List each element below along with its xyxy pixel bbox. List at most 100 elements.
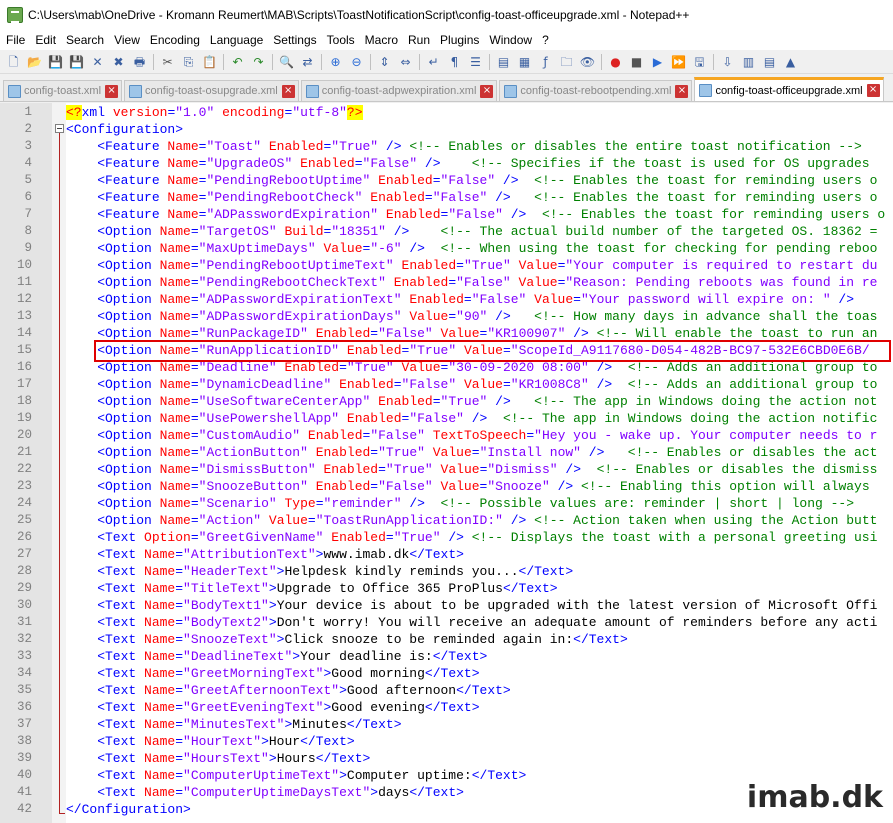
open-file-icon[interactable]: 📂	[26, 53, 44, 71]
menu-search[interactable]: Search	[61, 33, 109, 47]
code-line[interactable]: 4 <Feature Name="UpgradeOS" Enabled="Fal…	[0, 155, 893, 172]
copy-icon[interactable]: ⎘	[180, 53, 198, 71]
code-line[interactable]: 3 <Feature Name="Toast" Enabled="True" /…	[0, 138, 893, 155]
folder-workspace-icon[interactable]: 🗀	[558, 53, 576, 71]
code-line[interactable]: 35 <Text Name="GreetAfternoonText">Good …	[0, 682, 893, 699]
editor[interactable]: 1 <?xml version="1.0" encoding="utf-8"?> 2…	[0, 103, 893, 823]
menu-run[interactable]: Run	[403, 33, 435, 47]
run-macro-multiple-icon[interactable]: ⏩	[670, 53, 688, 71]
code-line[interactable]: 6 <Feature Name = "PendingRebootCheck" Ena…	[0, 189, 893, 206]
code-line[interactable]: 33 <Text Name="DeadlineText">Your deadli…	[0, 648, 893, 665]
code-line[interactable]: 18 <Option Name="UseSoftwareCenterApp" E…	[0, 393, 893, 410]
save-icon[interactable]: 💾	[47, 53, 65, 71]
user-language-icon[interactable]: ▤	[495, 53, 513, 71]
code-line[interactable]: 28 <Text Name="HeaderText">Helpdesk kind…	[0, 563, 893, 580]
print-icon[interactable]: 🖶	[131, 53, 149, 71]
sync-vertical-icon[interactable]: ⇕	[376, 53, 394, 71]
tab-close-icon[interactable]: ×	[281, 84, 295, 98]
doc-map-icon[interactable]: ▦	[516, 53, 534, 71]
code-line[interactable]: 38 <Text Name="HourText">Hour</Text>	[0, 733, 893, 750]
tab-close-icon[interactable]: ×	[866, 84, 880, 97]
code-line[interactable]: 24 <Option Name="Scenario" Type="reminde…	[0, 495, 893, 512]
replace-icon[interactable]: ⇄	[299, 53, 317, 71]
tab-config-toast[interactable]: config-toast.xml ×	[3, 80, 123, 101]
tab-config-toast-adpwexpiration[interactable]: config-toast-adpwexpiration.xml ×	[300, 80, 498, 101]
tab-config-toast-officeupgrade[interactable]: config-toast-officeupgrade.xml ×	[694, 77, 884, 101]
tab-config-toast-osupgrade[interactable]: config-toast-osupgrade.xml ×	[124, 80, 299, 101]
code-line[interactable]: 20 <Option Name="CustomAudio" Enabled="F…	[0, 427, 893, 444]
close-icon[interactable]: ✕	[89, 53, 107, 71]
code-line[interactable]: 27 <Text Name="AttributionText">www.imab…	[0, 546, 893, 563]
monitoring-icon[interactable]: 👁	[579, 53, 597, 71]
code-line[interactable]: 34 <Text Name="GreetMorningText">Good mo…	[0, 665, 893, 682]
code-line[interactable]: 2 <Configuration>	[0, 121, 893, 138]
word-wrap-icon[interactable]: ↵	[425, 53, 443, 71]
code-line[interactable]: 1 <?xml version="1.0" encoding="utf-8"?>	[0, 104, 893, 121]
new-file-icon[interactable]: 🗋	[5, 53, 23, 71]
menu-tools[interactable]: Tools	[322, 33, 360, 47]
code-line[interactable]: 30 <Text Name="BodyText1">Your device is…	[0, 597, 893, 614]
tab-config-toast-rebootpending[interactable]: config-toast-rebootpending.xml ×	[499, 80, 693, 101]
token-tag: =	[471, 445, 480, 460]
indent-guide-icon[interactable]: ☰	[467, 53, 485, 71]
close-all-icon[interactable]: ✖	[110, 53, 128, 71]
menu-help[interactable]: ?	[537, 33, 554, 47]
code-line[interactable]: 26 <Text Option="GreetGivenName" Enabled…	[0, 529, 893, 546]
menu-encoding[interactable]: Encoding	[145, 33, 205, 47]
code-line[interactable]: 8 <Option Name="TargetOS" Build="18351" …	[0, 223, 893, 240]
menu-language[interactable]: Language	[205, 33, 268, 47]
sync-horizontal-icon[interactable]: ⇔	[397, 53, 415, 71]
code-line[interactable]: 11 <Option Name="PendingRebootCheckText"…	[0, 274, 893, 291]
code-line[interactable]: 37 <Text Name="MinutesText">Minutes</Tex…	[0, 716, 893, 733]
code-line[interactable]: 22 <Option Name="DismissButton" Enabled=…	[0, 461, 893, 478]
tab-close-icon[interactable]: ×	[480, 84, 494, 98]
menu-window[interactable]: Window	[484, 33, 537, 47]
code-line[interactable]: 5 <Feature Name = "PendingRebootUptime" En…	[0, 172, 893, 189]
code-line[interactable]: 9 <Option Name="MaxUptimeDays" Value="-6…	[0, 240, 893, 257]
toggle-view-2-icon[interactable]: ▥	[740, 53, 758, 71]
code-line[interactable]: 16 <Option Name="Deadline" Enabled="True…	[0, 359, 893, 376]
code-line[interactable]: 23 <Option Name="SnoozeButton" Enabled="…	[0, 478, 893, 495]
cut-icon[interactable]: ✂	[159, 53, 177, 71]
token-val: "GreetAfternoonText"	[183, 683, 340, 698]
code-line[interactable]: 10 <Option Name="PendingRebootUptimeText…	[0, 257, 893, 274]
menu-edit[interactable]: Edit	[30, 33, 61, 47]
menu-view[interactable]: View	[109, 33, 145, 47]
play-macro-icon[interactable]: ▶	[649, 53, 667, 71]
undo-icon[interactable]: ↶	[229, 53, 247, 71]
function-list-icon[interactable]: ƒ	[537, 53, 555, 71]
code-line[interactable]: 13 <Option Name="ADPasswordExpirationDay…	[0, 308, 893, 325]
code-line[interactable]: 29 <Text Name="TitleText">Upgrade to Off…	[0, 580, 893, 597]
redo-icon[interactable]: ↷	[250, 53, 268, 71]
code-line[interactable]: 17 <Option Name="DynamicDeadline" Enable…	[0, 376, 893, 393]
save-macro-icon[interactable]: 🖫	[691, 53, 709, 71]
code-line[interactable]: 32 <Text Name="SnoozeText">Click snooze …	[0, 631, 893, 648]
tab-close-icon[interactable]: ×	[675, 84, 689, 98]
stop-macro-icon[interactable]: ■	[628, 53, 646, 71]
code-line[interactable]: 15 <Option Name="RunApplicationID" Enabl…	[0, 342, 893, 359]
paste-icon[interactable]: 📋	[201, 53, 219, 71]
menu-plugins[interactable]: Plugins	[435, 33, 484, 47]
zoom-in-icon[interactable]: ⊕	[327, 53, 345, 71]
record-macro-icon[interactable]: ●	[607, 53, 625, 71]
code-line[interactable]: 19 <Option Name="UsePowershellApp" Enabl…	[0, 410, 893, 427]
code-line[interactable]: 12 <Option Name="ADPasswordExpirationTex…	[0, 291, 893, 308]
menu-macro[interactable]: Macro	[360, 33, 403, 47]
find-icon[interactable]: 🔍	[278, 53, 296, 71]
save-all-icon[interactable]: 💾	[68, 53, 86, 71]
code-line[interactable]: 25 <Option Name="Action" Value="ToastRun…	[0, 512, 893, 529]
menu-file[interactable]: File	[1, 33, 30, 47]
code-line[interactable]: 21 <Option Name="ActionButton" Enabled="…	[0, 444, 893, 461]
show-all-chars-icon[interactable]: ¶	[446, 53, 464, 71]
toggle-view-4-icon[interactable]: ▲	[782, 53, 800, 71]
code-line[interactable]: 39 <Text Name="HoursText">Hours</Text>	[0, 750, 893, 767]
code-line[interactable]: 36 <Text Name="GreetEveningText">Good ev…	[0, 699, 893, 716]
code-line[interactable]: 7 <Feature Name="ADPasswordExpiration" E…	[0, 206, 893, 223]
zoom-out-icon[interactable]: ⊖	[348, 53, 366, 71]
toggle-view-3-icon[interactable]: ▤	[761, 53, 779, 71]
menu-settings[interactable]: Settings	[268, 33, 321, 47]
code-line[interactable]: 31 <Text Name="BodyText2">Don't worry! Y…	[0, 614, 893, 631]
tab-close-icon[interactable]: ×	[105, 84, 119, 98]
code-line[interactable]: 14 <Option Name="RunPackageID" Enabled="…	[0, 325, 893, 342]
toggle-view-1-icon[interactable]: ⇩	[719, 53, 737, 71]
